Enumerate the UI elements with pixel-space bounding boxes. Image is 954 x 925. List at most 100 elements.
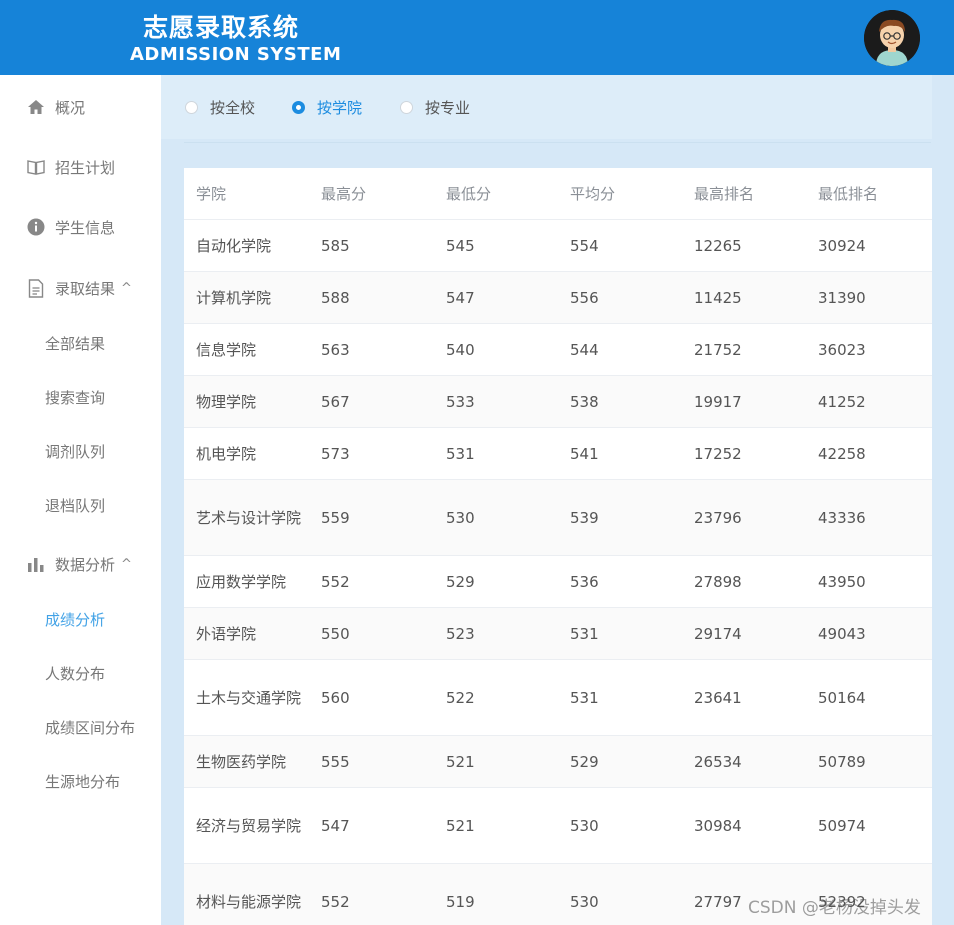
table-cell: 559 xyxy=(309,479,434,556)
table-cell: 信息学院 xyxy=(184,323,309,376)
table-cell: 43950 xyxy=(806,555,932,608)
score-table-panel: 学院 最高分 最低分 平均分 最高排名 最低排名 自动化学院 585 545 554 1… xyxy=(184,168,932,925)
table-cell: 585 xyxy=(309,219,434,272)
table-cell: 540 xyxy=(434,323,558,376)
table-cell: 17252 xyxy=(682,427,806,480)
sidebar-item-label: 录取结果 xyxy=(55,279,116,298)
sidebar: 概况 招生计划 学生信息 录取结果 ^ 全部结果 搜索查询 调剂队列 退档队列 … xyxy=(0,75,161,925)
table-cell: 41252 xyxy=(806,375,932,428)
table-cell: 生物医药学院 xyxy=(184,735,309,788)
column-header-best-rank[interactable]: 最高排名 xyxy=(682,168,806,220)
radio-by-college[interactable]: 按学院 xyxy=(292,97,362,118)
table-cell: 588 xyxy=(309,271,434,324)
table-row[interactable]: 艺术与设计学院 559 530 539 23796 43336 xyxy=(184,479,932,556)
user-avatar-icon[interactable] xyxy=(864,10,920,66)
radio-by-major[interactable]: 按专业 xyxy=(400,97,470,118)
table-cell: 547 xyxy=(434,271,558,324)
sidebar-item-data-analysis[interactable]: 数据分析 ^ xyxy=(0,544,161,584)
filter-bar: 按全校 按学院 按专业 xyxy=(161,75,954,139)
table-cell: 555 xyxy=(309,735,434,788)
column-header-max-score[interactable]: 最高分 xyxy=(309,168,434,220)
table-cell: 544 xyxy=(558,323,682,376)
sidebar-item-overview[interactable]: 概况 xyxy=(0,87,161,127)
sidebar-subitem-score-analysis[interactable]: 成绩分析 xyxy=(45,605,105,635)
radio-circle[interactable] xyxy=(292,101,305,114)
app-subtitle: ADMISSION SYSTEM xyxy=(130,44,342,65)
table-cell: 计算机学院 xyxy=(184,271,309,324)
table-cell: 23796 xyxy=(682,479,806,556)
app-title: 志愿录取系统 xyxy=(143,13,300,42)
table-cell: 应用数学学院 xyxy=(184,555,309,608)
table-cell: 19917 xyxy=(682,375,806,428)
chevron-up-icon: ^ xyxy=(121,280,132,296)
table-cell: 521 xyxy=(434,735,558,788)
scrollbar-track[interactable] xyxy=(932,75,954,925)
table-row[interactable]: 应用数学学院 552 529 536 27898 43950 xyxy=(184,555,932,608)
sidebar-item-enrollment-plan[interactable]: 招生计划 xyxy=(0,147,161,187)
table-header-row: 学院 最高分 最低分 平均分 最高排名 最低排名 xyxy=(184,168,932,220)
table-row[interactable]: 外语学院 550 523 531 29174 49043 xyxy=(184,607,932,660)
table-cell: 12265 xyxy=(682,219,806,272)
sidebar-subitem-count-distribution[interactable]: 人数分布 xyxy=(45,659,105,689)
table-cell: 物理学院 xyxy=(184,375,309,428)
table-cell: 43336 xyxy=(806,479,932,556)
column-header-min-score[interactable]: 最低分 xyxy=(434,168,558,220)
sidebar-subitem-origin-distribution[interactable]: 生源地分布 xyxy=(45,767,120,797)
radio-circle[interactable] xyxy=(400,101,413,114)
sidebar-subitem-withdraw-queue[interactable]: 退档队列 xyxy=(45,491,105,521)
book-icon xyxy=(26,157,46,177)
sidebar-item-label: 招生计划 xyxy=(55,158,116,177)
table-cell: 艺术与设计学院 xyxy=(184,479,309,556)
column-header-worst-rank[interactable]: 最低排名 xyxy=(806,168,932,220)
table-row[interactable]: 计算机学院 588 547 556 11425 31390 xyxy=(184,271,932,324)
table-cell: 530 xyxy=(434,479,558,556)
divider xyxy=(184,142,931,143)
table-row[interactable]: 信息学院 563 540 544 21752 36023 xyxy=(184,323,932,376)
table-cell: 21752 xyxy=(682,323,806,376)
table-cell: 560 xyxy=(309,659,434,736)
radio-label: 按学院 xyxy=(317,99,363,117)
sidebar-subitem-all-results[interactable]: 全部结果 xyxy=(45,329,105,359)
table-cell: 531 xyxy=(558,659,682,736)
table-cell: 538 xyxy=(558,375,682,428)
sidebar-subitem-score-range[interactable]: 成绩区间分布 xyxy=(45,713,135,743)
table-row[interactable]: 生物医药学院 555 521 529 26534 50789 xyxy=(184,735,932,788)
radio-circle[interactable] xyxy=(185,101,198,114)
table-cell: 机电学院 xyxy=(184,427,309,480)
table-cell: 563 xyxy=(309,323,434,376)
table-row[interactable]: 自动化学院 585 545 554 12265 30924 xyxy=(184,219,932,272)
table-cell: 23641 xyxy=(682,659,806,736)
sidebar-subitem-adjust-queue[interactable]: 调剂队列 xyxy=(45,437,105,467)
table-row[interactable]: 机电学院 573 531 541 17252 42258 xyxy=(184,427,932,480)
table-cell: 经济与贸易学院 xyxy=(184,787,309,864)
score-table: 学院 最高分 最低分 平均分 最高排名 最低排名 自动化学院 585 545 554 1… xyxy=(184,168,932,925)
column-header-avg-score[interactable]: 平均分 xyxy=(558,168,682,220)
table-cell: 529 xyxy=(558,735,682,788)
table-cell: 土木与交通学院 xyxy=(184,659,309,736)
app-header: 志愿录取系统 ADMISSION SYSTEM xyxy=(0,0,954,75)
table-cell: 36023 xyxy=(806,323,932,376)
table-cell: 11425 xyxy=(682,271,806,324)
table-cell: 554 xyxy=(558,219,682,272)
table-cell: 573 xyxy=(309,427,434,480)
sidebar-item-student-info[interactable]: 学生信息 xyxy=(0,207,161,247)
table-cell: 42258 xyxy=(806,427,932,480)
bar-chart-icon xyxy=(26,554,46,574)
table-row[interactable]: 经济与贸易学院 547 521 530 30984 50974 xyxy=(184,787,932,864)
sidebar-item-admission-results[interactable]: 录取结果 ^ xyxy=(0,268,161,308)
table-cell: 49043 xyxy=(806,607,932,660)
radio-by-school[interactable]: 按全校 xyxy=(185,97,255,118)
table-row[interactable]: 物理学院 567 533 538 19917 41252 xyxy=(184,375,932,428)
sidebar-subitem-search[interactable]: 搜索查询 xyxy=(45,383,105,413)
sidebar-item-label: 数据分析 xyxy=(55,555,116,574)
table-cell: 523 xyxy=(434,607,558,660)
table-row[interactable]: 土木与交通学院 560 522 531 23641 50164 xyxy=(184,659,932,736)
column-header-college[interactable]: 学院 xyxy=(184,168,309,220)
table-cell: 550 xyxy=(309,607,434,660)
table-cell: 530 xyxy=(558,863,682,925)
table-cell: 50974 xyxy=(806,787,932,864)
radio-label: 按专业 xyxy=(425,99,471,117)
table-cell: 539 xyxy=(558,479,682,556)
sidebar-item-label: 概况 xyxy=(55,98,86,117)
table-cell: 30924 xyxy=(806,219,932,272)
